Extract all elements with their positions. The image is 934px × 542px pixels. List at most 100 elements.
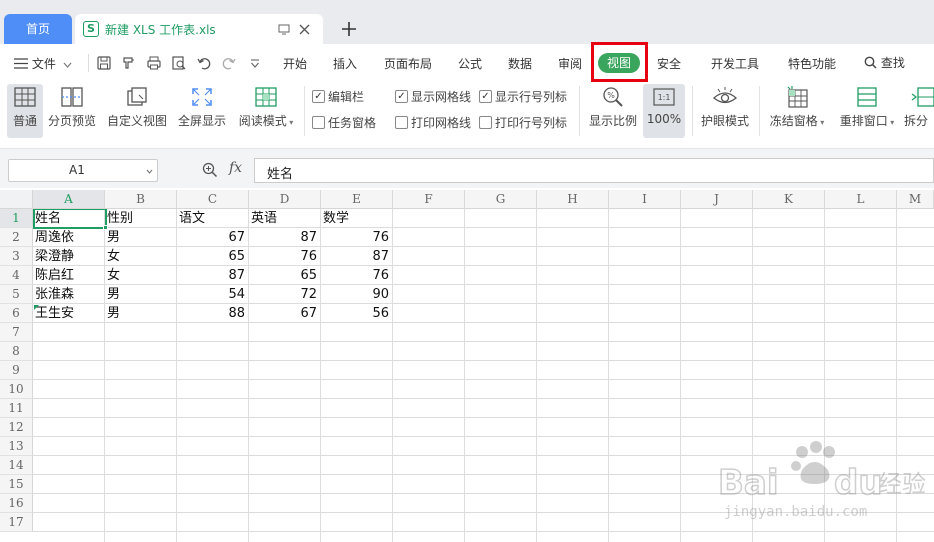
table-cell[interactable]: 梁澄静 <box>35 247 104 266</box>
table-cell[interactable]: 65 <box>179 247 248 266</box>
column-header-g[interactable]: G <box>465 190 537 209</box>
table-cell[interactable]: 76 <box>323 266 392 285</box>
row-header-8[interactable]: 8 <box>0 342 33 361</box>
window-restore-icon[interactable] <box>275 20 293 38</box>
format-painter-icon[interactable] <box>121 55 137 71</box>
menu-formulas[interactable]: 公式 <box>458 55 482 72</box>
tab-home[interactable]: 首页 <box>4 14 72 44</box>
row-header-5[interactable]: 5 <box>0 285 33 304</box>
freeze-panes-button[interactable]: 冻结窗格 ▾ <box>767 84 827 138</box>
new-tab-button[interactable] <box>338 18 360 40</box>
table-cell[interactable]: 男 <box>107 304 176 323</box>
menu-page-layout[interactable]: 页面布局 <box>384 55 432 72</box>
row-header-12[interactable]: 12 <box>0 418 33 437</box>
print-headers-checkbox[interactable]: 打印行号列标 <box>479 114 567 130</box>
rearrange-windows-button[interactable]: 重排窗口 ▾ <box>836 84 898 138</box>
table-cell[interactable]: 88 <box>179 304 248 323</box>
table-cell[interactable]: 76 <box>251 247 320 266</box>
table-cell[interactable]: 王生安 <box>35 304 104 323</box>
print-icon[interactable] <box>146 55 162 71</box>
row-header-2[interactable]: 2 <box>0 228 33 247</box>
row-header-11[interactable]: 11 <box>0 399 33 418</box>
column-header-f[interactable]: F <box>393 190 465 209</box>
zoom-formula-icon[interactable] <box>202 162 218 178</box>
table-cell[interactable]: 76 <box>323 228 392 247</box>
eye-protection-button[interactable]: 护眼模式 <box>699 84 751 138</box>
table-cell[interactable]: 英语 <box>251 209 320 228</box>
full-screen-button[interactable]: 全屏显示 <box>177 84 227 138</box>
task-pane-checkbox[interactable]: 任务窗格 <box>312 114 376 130</box>
show-gridlines-checkbox[interactable]: ✓ 显示网格线 <box>395 88 471 104</box>
table-cell[interactable]: 张淮森 <box>35 285 104 304</box>
column-header-i[interactable]: I <box>609 190 681 209</box>
row-header-16[interactable]: 16 <box>0 494 33 513</box>
table-cell[interactable]: 女 <box>107 247 176 266</box>
table-cell[interactable]: 数学 <box>323 209 392 228</box>
row-header-7[interactable]: 7 <box>0 323 33 342</box>
table-cell[interactable]: 语文 <box>179 209 248 228</box>
menu-data[interactable]: 数据 <box>508 55 532 72</box>
close-tab-icon[interactable] <box>295 20 313 38</box>
table-cell[interactable]: 54 <box>179 285 248 304</box>
table-cell[interactable]: 周逸依 <box>35 228 104 247</box>
print-preview-icon[interactable] <box>171 55 187 71</box>
row-header-14[interactable]: 14 <box>0 456 33 475</box>
zoom-100-button[interactable]: 1:1 100% <box>643 84 685 138</box>
column-header-b[interactable]: B <box>105 190 177 209</box>
column-header-a[interactable]: A <box>33 190 105 209</box>
column-header-l[interactable]: L <box>825 190 897 209</box>
table-cell[interactable]: 90 <box>323 285 392 304</box>
row-header-6[interactable]: 6 <box>0 304 33 323</box>
row-header-13[interactable]: 13 <box>0 437 33 456</box>
split-window-button[interactable]: 拆分 <box>904 84 934 138</box>
zoom-ratio-button[interactable]: % 显示比例 <box>587 84 639 138</box>
table-cell[interactable]: 男 <box>107 285 176 304</box>
column-header-k[interactable]: K <box>753 190 825 209</box>
row-header-10[interactable]: 10 <box>0 380 33 399</box>
tab-workbook[interactable]: S 新建 XLS 工作表.xls <box>75 14 323 44</box>
customize-quick-access-icon[interactable] <box>247 55 263 71</box>
normal-view-button[interactable]: 普通 <box>7 84 43 138</box>
page-break-preview-button[interactable]: 分页预览 <box>47 84 97 138</box>
search-menu[interactable]: 查找 <box>864 54 905 71</box>
table-cell[interactable]: 87 <box>323 247 392 266</box>
table-cell[interactable]: 女 <box>107 266 176 285</box>
print-gridlines-checkbox[interactable]: 打印网格线 <box>395 114 471 130</box>
table-cell[interactable]: 67 <box>179 228 248 247</box>
row-header-1[interactable]: 1 <box>0 209 33 228</box>
table-cell[interactable]: 65 <box>251 266 320 285</box>
reading-mode-button[interactable]: 阅读模式 ▾ <box>236 84 296 138</box>
show-headers-checkbox[interactable]: ✓ 显示行号列标 <box>479 88 567 104</box>
row-header-4[interactable]: 4 <box>0 266 33 285</box>
formula-input[interactable]: 姓名 <box>254 158 934 183</box>
table-cell[interactable]: 男 <box>107 228 176 247</box>
column-header-c[interactable]: C <box>177 190 249 209</box>
table-cell[interactable]: 陈启红 <box>35 266 104 285</box>
column-header-d[interactable]: D <box>249 190 321 209</box>
menu-review[interactable]: 审阅 <box>558 55 582 72</box>
name-box[interactable]: A1 <box>8 159 158 182</box>
file-menu[interactable]: 文件 <box>14 55 72 72</box>
row-header-17[interactable]: 17 <box>0 513 33 532</box>
edit-bar-checkbox[interactable]: ✓ 编辑栏 <box>312 88 364 104</box>
row-header-9[interactable]: 9 <box>0 361 33 380</box>
table-cell[interactable]: 87 <box>179 266 248 285</box>
fill-handle[interactable] <box>103 225 108 230</box>
table-cell[interactable]: 72 <box>251 285 320 304</box>
menu-start[interactable]: 开始 <box>283 55 307 72</box>
column-header-j[interactable]: J <box>681 190 753 209</box>
column-header-e[interactable]: E <box>321 190 393 209</box>
menu-security[interactable]: 安全 <box>657 55 681 72</box>
menu-developer-tools[interactable]: 开发工具 <box>711 55 759 72</box>
select-all-corner[interactable] <box>0 190 33 209</box>
row-header-3[interactable]: 3 <box>0 247 33 266</box>
save-icon[interactable] <box>96 55 112 71</box>
menu-insert[interactable]: 插入 <box>333 55 357 72</box>
column-header-m[interactable]: M <box>897 190 934 209</box>
insert-function-button[interactable]: fx <box>229 160 242 176</box>
table-cell[interactable]: 67 <box>251 304 320 323</box>
column-header-h[interactable]: H <box>537 190 609 209</box>
redo-icon[interactable] <box>221 55 237 71</box>
table-cell[interactable]: 87 <box>251 228 320 247</box>
row-header-15[interactable]: 15 <box>0 475 33 494</box>
